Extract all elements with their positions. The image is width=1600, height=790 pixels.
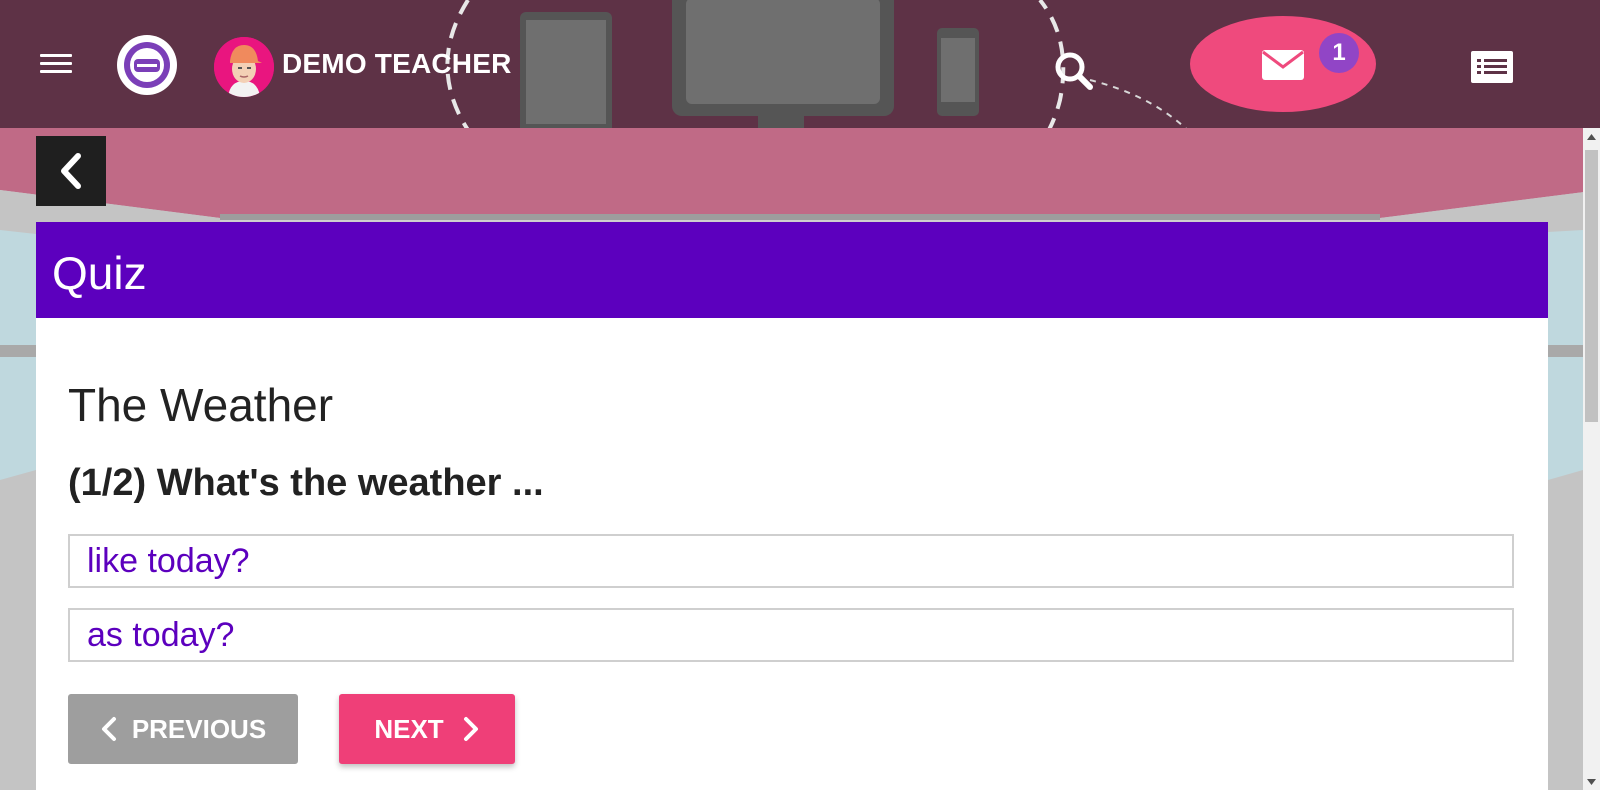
answer-option[interactable]: as today? — [68, 608, 1514, 662]
scroll-up-button[interactable] — [1583, 128, 1600, 145]
logo-icon — [121, 39, 173, 91]
mail-icon — [1262, 50, 1304, 80]
arrow-up-icon — [1587, 133, 1596, 140]
user-avatar[interactable] — [214, 37, 274, 97]
search-button[interactable] — [1053, 50, 1095, 92]
card-title: Quiz — [52, 247, 147, 299]
top-navbar: DEMO TEACHER 1 — [0, 0, 1600, 128]
next-label: NEXT — [374, 713, 444, 744]
back-button[interactable] — [36, 136, 106, 206]
previous-button[interactable]: PREVIOUS — [68, 694, 298, 764]
quiz-card-header: Quiz — [36, 222, 1548, 318]
answer-label: as today? — [87, 616, 235, 654]
chevron-left-icon — [61, 153, 81, 189]
previous-label: PREVIOUS — [131, 713, 267, 744]
chevron-right-icon — [463, 717, 478, 741]
next-button[interactable]: NEXT — [339, 694, 515, 764]
list-icon — [1471, 51, 1513, 83]
avatar-icon — [214, 37, 274, 97]
question-text: (1/2) What's the weather ... — [68, 462, 544, 504]
search-icon — [1055, 52, 1093, 90]
quiz-card-body: The Weather (1/2) What's the weather ...… — [36, 318, 1548, 790]
chevron-left-icon — [101, 717, 116, 741]
menu-icon — [40, 54, 80, 73]
home-logo-button[interactable] — [117, 35, 177, 95]
list-view-button[interactable] — [1470, 50, 1514, 84]
quiz-title: The Weather — [68, 379, 334, 431]
scrollbar-thumb[interactable] — [1585, 150, 1598, 422]
menu-button[interactable] — [40, 50, 80, 82]
scroll-down-button[interactable] — [1583, 773, 1600, 790]
answer-label: like today? — [87, 542, 250, 580]
user-name: DEMO TEACHER — [282, 48, 512, 79]
arrow-down-icon — [1587, 778, 1596, 785]
vertical-scrollbar[interactable] — [1583, 128, 1600, 790]
answer-option[interactable]: like today? — [68, 534, 1514, 588]
messages-count-badge: 1 — [1319, 33, 1359, 73]
